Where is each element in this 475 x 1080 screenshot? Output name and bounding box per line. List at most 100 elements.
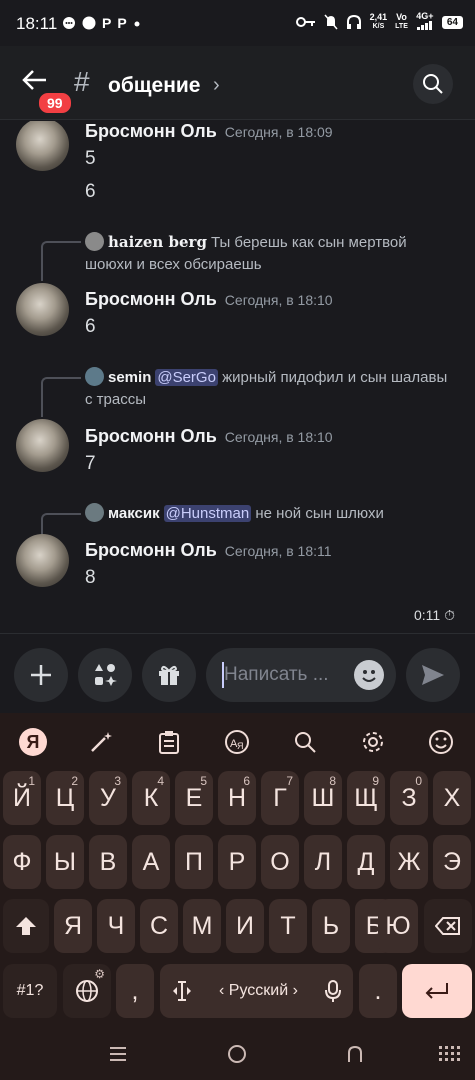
magic-wand-icon[interactable] <box>86 727 116 757</box>
key[interactable]: Н6 <box>218 771 256 825</box>
key[interactable]: Г7 <box>261 771 299 825</box>
key[interactable]: Я <box>54 899 92 953</box>
clipboard-icon[interactable] <box>154 727 184 757</box>
emoji-icon[interactable] <box>426 727 456 757</box>
key[interactable]: У3 <box>89 771 127 825</box>
svg-text:Я: Я <box>237 741 244 751</box>
key-hint: 4 <box>157 774 164 788</box>
key[interactable]: Х <box>433 771 471 825</box>
vo-bottom: LTE <box>395 23 408 30</box>
yandex-icon[interactable]: Я <box>18 727 48 757</box>
key[interactable]: С <box>140 899 178 953</box>
avatar[interactable] <box>16 283 69 336</box>
gear-icon: ⚙ <box>94 967 105 981</box>
space-key[interactable]: ‹ Русский › <box>160 964 353 1018</box>
p-icon: P <box>117 15 127 31</box>
keyboard-toolbar: Я AЯ <box>0 713 475 771</box>
comma-key[interactable]: , <box>116 964 154 1018</box>
key[interactable]: В <box>89 835 127 889</box>
key[interactable]: Ч <box>97 899 135 953</box>
reply-username[interactable]: максик <box>108 505 160 522</box>
enter-key[interactable] <box>402 964 472 1018</box>
globe-key[interactable]: ⚙ <box>63 964 111 1018</box>
cursor-move-icon <box>173 981 191 1001</box>
keyboard-grid-icon <box>439 1046 460 1061</box>
keyboard: Я AЯ Й1 Ц2 У3 К4 Е5 Н6 Г7 Ш8 Щ9 З0 Х Ф Ы… <box>0 713 475 1038</box>
back-nav-icon <box>348 1045 362 1062</box>
reply-preview[interactable]: haizen berg Ты берешь как сын мертвой шою… <box>85 231 455 276</box>
yandex-logo: Я <box>19 728 47 756</box>
reply-username[interactable]: haizen berg <box>108 233 207 251</box>
reply-preview[interactable]: semin @SerGo жирный пидофил и сын шалавы … <box>85 367 455 411</box>
key[interactable]: К4 <box>132 771 170 825</box>
key[interactable]: Ф <box>3 835 41 889</box>
key[interactable]: Р <box>218 835 256 889</box>
key[interactable]: П <box>175 835 213 889</box>
key[interactable]: А <box>132 835 170 889</box>
home-button[interactable] <box>227 1044 247 1070</box>
user-mention[interactable]: @SerGo <box>155 369 218 386</box>
search-button[interactable] <box>413 64 453 104</box>
message-author[interactable]: Бросмонн Оль Сегодня, в 18:09 <box>85 121 333 142</box>
back-nav-button[interactable] <box>345 1044 365 1070</box>
message-input[interactable]: Написать ... <box>206 648 396 702</box>
keyboard-hide-button[interactable] <box>438 1044 460 1070</box>
reply-preview[interactable]: максик @Hunstman не ной сын шлюхи <box>85 503 455 525</box>
send-button[interactable] <box>406 648 460 702</box>
key[interactable]: Е5 <box>175 771 213 825</box>
channel-name[interactable]: общение <box>108 74 200 98</box>
symbols-key[interactable]: #1? <box>3 964 57 1018</box>
add-attachment-button[interactable] <box>14 648 68 702</box>
emoji-icon[interactable] <box>354 660 384 690</box>
system-nav-bar <box>0 1038 475 1080</box>
key[interactable]: Ш8 <box>304 771 342 825</box>
key[interactable]: Ь <box>312 899 350 953</box>
message-list[interactable]: Бросмонн Оль Сегодня, в 18:09 5 6 haizen … <box>0 121 475 633</box>
vo-top: Vo <box>396 12 407 22</box>
settings-icon[interactable] <box>358 727 388 757</box>
key[interactable]: Т <box>269 899 307 953</box>
author-name[interactable]: Бросмонн Оль <box>85 289 217 309</box>
message-author[interactable]: Бросмонн Оль Сегодня, в 18:10 <box>85 289 333 310</box>
key[interactable]: Щ9 <box>347 771 385 825</box>
gift-button[interactable] <box>142 648 196 702</box>
backspace-key[interactable] <box>424 899 472 953</box>
search-icon[interactable] <box>290 727 320 757</box>
key[interactable]: Ц2 <box>46 771 84 825</box>
chevron-right-icon[interactable]: › <box>213 74 220 97</box>
reply-avatar <box>85 503 104 522</box>
key[interactable]: Л <box>304 835 342 889</box>
author-name[interactable]: Бросмонн Оль <box>85 121 217 141</box>
author-name[interactable]: Бросмонн Оль <box>85 540 217 560</box>
avatar[interactable] <box>16 121 69 171</box>
key[interactable]: Ы <box>46 835 84 889</box>
key[interactable]: М <box>183 899 221 953</box>
period-key[interactable]: . <box>359 964 397 1018</box>
avatar[interactable] <box>16 534 69 587</box>
author-name[interactable]: Бросмонн Оль <box>85 426 217 446</box>
recent-apps-button[interactable] <box>108 1044 128 1070</box>
plus-icon <box>31 665 51 685</box>
key[interactable]: Й1 <box>3 771 41 825</box>
message-author[interactable]: Бросмонн Оль Сегодня, в 18:10 <box>85 426 333 447</box>
key-hint: 8 <box>329 774 336 788</box>
key-hint: 7 <box>286 774 293 788</box>
reply-avatar <box>85 232 104 251</box>
key[interactable]: О <box>261 835 299 889</box>
key[interactable]: Э <box>433 835 471 889</box>
shift-key[interactable] <box>3 899 49 953</box>
apps-button[interactable] <box>78 648 132 702</box>
key[interactable]: З0 <box>390 771 428 825</box>
key[interactable]: Д <box>347 835 385 889</box>
symbols-label: #1? <box>16 982 44 999</box>
user-mention[interactable]: @Hunstman <box>163 505 252 522</box>
key-label: К <box>143 783 159 812</box>
key[interactable]: Ю <box>378 899 418 953</box>
reply-username[interactable]: semin <box>108 369 151 386</box>
key[interactable]: Ж <box>390 835 428 889</box>
avatar[interactable] <box>16 419 69 472</box>
key[interactable]: И <box>226 899 264 953</box>
translate-icon[interactable]: AЯ <box>222 727 252 757</box>
message-author[interactable]: Бросмонн Оль Сегодня, в 18:11 <box>85 540 332 561</box>
key-label: И <box>236 911 254 940</box>
